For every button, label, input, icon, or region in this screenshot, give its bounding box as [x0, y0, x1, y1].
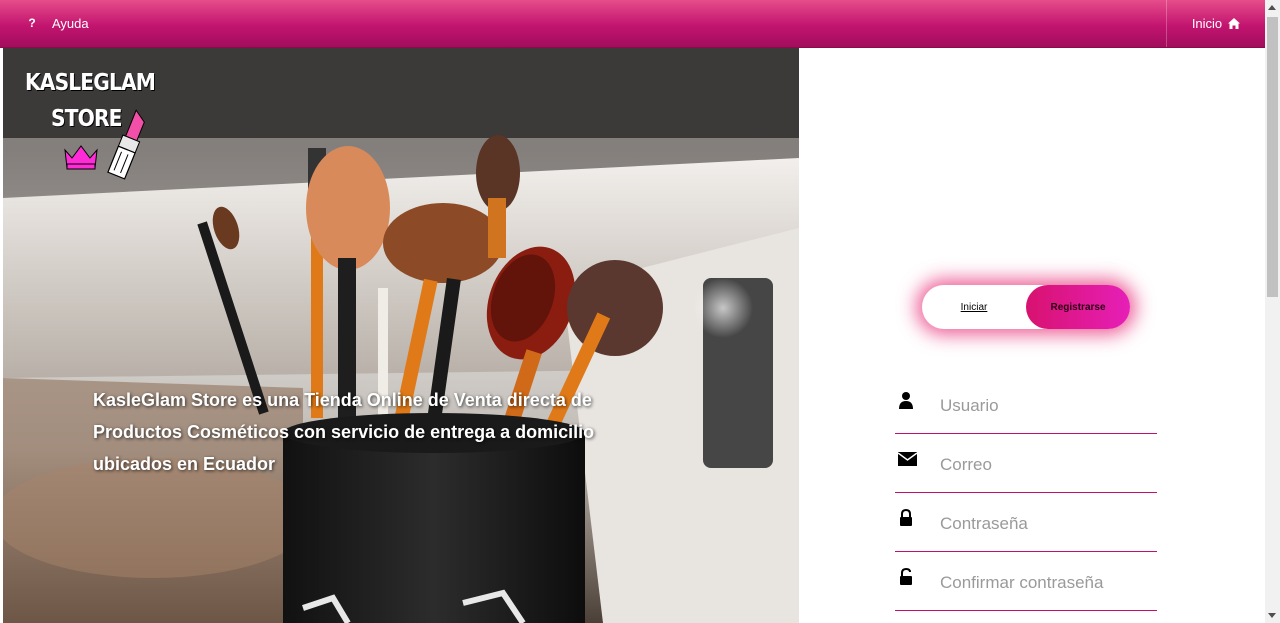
username-input[interactable] — [940, 391, 1155, 421]
home-link[interactable]: Inicio — [1166, 0, 1265, 47]
email-field-row — [895, 434, 1157, 493]
crown-icon — [64, 145, 98, 170]
home-label: Inicio — [1191, 16, 1223, 31]
unlock-icon — [900, 568, 912, 585]
help-label: Ayuda — [52, 15, 89, 31]
tab-login[interactable]: Iniciar — [922, 285, 1026, 329]
scroll-up-arrow-icon[interactable] — [1268, 5, 1276, 10]
tab-register[interactable]: Registrarse — [1026, 285, 1130, 329]
question-icon: ? — [28, 16, 36, 30]
lock-icon — [900, 509, 912, 526]
vertical-scrollbar[interactable] — [1265, 0, 1280, 623]
hero-banner: KASLEGLAM STORE KasleGlam Store es una T… — [3, 48, 799, 623]
top-navbar: ? Ayuda Inicio — [0, 0, 1265, 48]
store-description: KasleGlam Store es una Tienda Online de … — [93, 390, 595, 474]
email-input[interactable] — [940, 450, 1155, 480]
user-icon — [899, 392, 913, 409]
logo-text-line1: KASLEGLAM — [25, 70, 156, 96]
confirm-password-input[interactable] — [940, 568, 1155, 598]
password-input[interactable] — [940, 509, 1155, 539]
username-field-row — [895, 375, 1157, 434]
lipstick-icon — [107, 109, 145, 180]
scroll-down-arrow-icon[interactable] — [1268, 613, 1276, 618]
confirm-password-field-row — [895, 552, 1157, 611]
help-link[interactable]: ? Ayuda — [22, 0, 89, 46]
envelope-icon — [898, 452, 918, 466]
scrollbar-thumb[interactable] — [1267, 17, 1278, 297]
home-icon — [1228, 18, 1241, 29]
auth-toggle: Iniciar Registrarse — [922, 285, 1130, 329]
password-field-row — [895, 493, 1157, 552]
store-logo: KASLEGLAM STORE — [25, 70, 156, 180]
